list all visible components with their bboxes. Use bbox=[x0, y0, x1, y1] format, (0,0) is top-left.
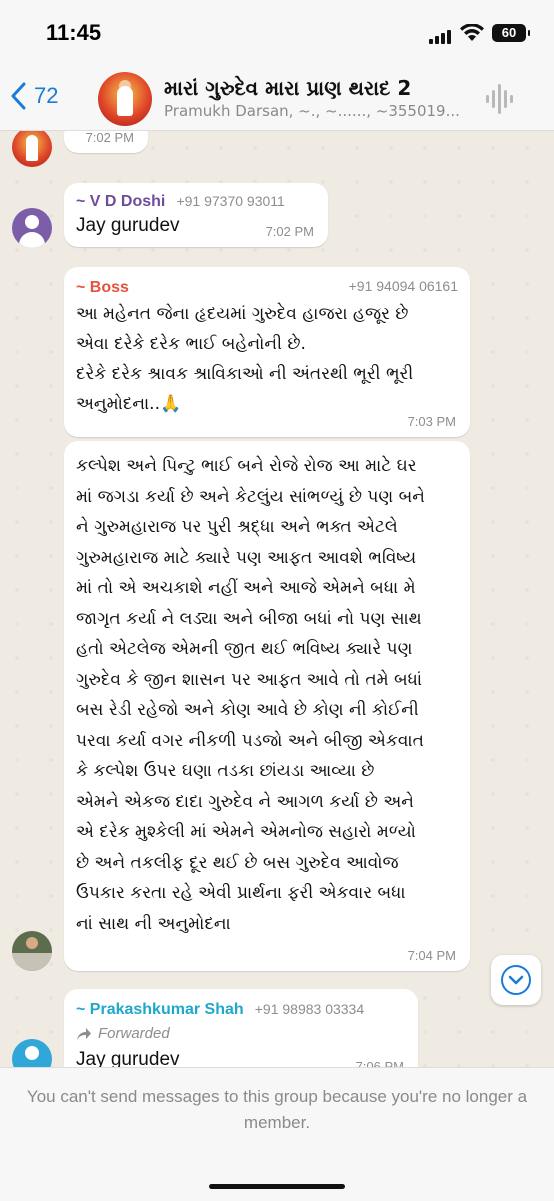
message-line: જાગૃત કર્યા ને લડ્યા અને બીજા બધાં નો પણ… bbox=[76, 608, 422, 629]
status-time: 11:45 bbox=[46, 20, 102, 45]
forwarded-label: Forwarded bbox=[98, 1025, 170, 1042]
message-time: 7:02 PM bbox=[85, 131, 134, 145]
forward-arrow-icon bbox=[77, 1027, 91, 1040]
message-line: દરેકે દરેક શ્રાવક શ્રાવિકાઓ ની અંતરથી ભૂ… bbox=[76, 364, 414, 384]
message-line: હતો એટલેજ એમની જીત થઈ ભવિષ્ય ક્યારે પણ bbox=[76, 639, 413, 659]
wifi-icon bbox=[460, 24, 484, 41]
back-button[interactable]: 72 bbox=[10, 82, 58, 110]
message-text: કલ્પેશ અને પિન્ટુ ભાઈ બને રોજે રોજ આ માટ… bbox=[76, 451, 468, 939]
status-bar: 11:45 60 bbox=[0, 0, 554, 68]
message-line: કલ્પેશ અને પિન્ટુ ભાઈ બને રોજે રોજ આ માટ… bbox=[76, 456, 417, 476]
home-indicator[interactable] bbox=[209, 1184, 345, 1189]
group-avatar[interactable] bbox=[98, 72, 152, 126]
message-line: એમને એકજ દાદા ગુરુદેવ ને આગળ કર્યા છે અન… bbox=[76, 791, 414, 812]
message-line: એવા દરેકે દરેક ભાઈ બહેનોની છે. bbox=[76, 334, 306, 354]
message-line: કે કલ્પેશ ઉપર ઘણા તડકા છાંયડા આવ્યા છે bbox=[76, 761, 375, 781]
message-time: 7:03 PM bbox=[407, 414, 456, 429]
message-line: માં જગડા કર્યા છે અને કેટલુંય સાંભળ્યું … bbox=[76, 486, 425, 507]
message-bubble[interactable]: ~ V D Doshi +91 97370 93011 Jay gurudev … bbox=[64, 183, 328, 247]
chat-header: 72 મારાં ગુરુદેવ મારા પ્રાણ થરાદ 2 Pramu… bbox=[0, 68, 554, 131]
message-text: આ મહેનત જેના હૃદયમાં ગુરુદેવ હાજરા હજૂર … bbox=[76, 299, 466, 419]
message-line: માં તો એ અચકાશે નહીં અને આજે એમને બધા મે bbox=[76, 578, 416, 598]
sender-phone: +91 98983 03334 bbox=[254, 1001, 365, 1017]
message-line: ગુરુદેવ કે જીન શાસન પર આફત આવે તો તમે બધ… bbox=[76, 669, 423, 690]
sender-name[interactable]: ~ V D Doshi bbox=[76, 193, 165, 210]
message-list[interactable]: 7:02 PM ~ V D Doshi +91 97370 93011 Jay … bbox=[0, 131, 554, 1067]
not-member-notice: You can't send messages to this group be… bbox=[26, 1087, 528, 1132]
sender-name[interactable]: ~ Boss bbox=[76, 279, 129, 296]
unread-count: 72 bbox=[34, 83, 59, 108]
chevron-down-circle-icon bbox=[501, 965, 531, 995]
message-line: ને ગુરુમહારાજ પર પુરી શ્રદ્ધા અને ભક્ત એ… bbox=[76, 517, 398, 537]
message-line: ગુરુમહારાજ માટે ક્યારે પણ આફત આવશે ભવિષ્… bbox=[76, 547, 417, 568]
message-bubble[interactable]: કલ્પેશ અને પિન્ટુ ભાઈ બને રોજે રોજ આ માટ… bbox=[64, 441, 470, 971]
sender-phone: +91 94094 06161 bbox=[348, 278, 458, 294]
message-bubble[interactable]: ~ Prakashkumar Shah +91 98983 03334 Forw… bbox=[64, 989, 418, 1067]
cellular-signal-icon bbox=[429, 30, 451, 44]
sender-avatar[interactable] bbox=[12, 931, 52, 971]
footer-notice-bar: You can't send messages to this group be… bbox=[0, 1067, 554, 1201]
scroll-to-bottom-button[interactable] bbox=[491, 955, 541, 1005]
message-time: 7:02 PM bbox=[265, 224, 314, 239]
message-line: પરવા કર્યા વગર નીકળી પડજો અને બીજી એકવાત bbox=[76, 730, 424, 751]
sender-avatar[interactable] bbox=[12, 1039, 52, 1067]
default-avatar-icon[interactable] bbox=[12, 208, 52, 248]
message-bubble[interactable]: 7:02 PM bbox=[64, 131, 148, 153]
sender-name[interactable]: ~ Prakashkumar Shah bbox=[76, 1001, 244, 1018]
message-line: એ દરેક મુશ્કેલી માં એમને એમનોજ સહારો મળ્… bbox=[76, 822, 416, 842]
message-text: Jay gurudev bbox=[76, 215, 180, 236]
message-line: ઉપકાર કરતા રહે એવી પ્રાર્થના ફરી એકવાર બ… bbox=[76, 883, 406, 903]
group-title[interactable]: મારાં ગુરુદેવ મારા પ્રાણ થરાદ 2 bbox=[164, 76, 411, 100]
message-line: બસ રેડી રહેજો અને કોણ આવે છે કોણ ની કોઈન… bbox=[76, 700, 419, 720]
sender-avatar[interactable] bbox=[12, 131, 52, 167]
message-bubble[interactable]: ~ Boss +91 94094 06161 આ મહેનત જેના હૃદય… bbox=[64, 267, 470, 437]
chevron-left-icon bbox=[11, 82, 26, 110]
audio-wave-icon[interactable] bbox=[486, 84, 514, 114]
message-line: નાં સાથ ની અનુમોદના bbox=[76, 913, 231, 934]
message-time: 7:04 PM bbox=[407, 948, 456, 963]
battery-indicator: 60 bbox=[492, 24, 530, 42]
message-line: છે અને તકલીફ દૂર થઈ છે બસ ગુરુદેવ આવોજ bbox=[76, 852, 399, 873]
group-members[interactable]: Pramukh Darsan, ~., ~......, ~355019... bbox=[164, 102, 484, 120]
message-line: આ મહેનત જેના હૃદયમાં ગુરુદેવ હાજરા હજૂર … bbox=[76, 304, 409, 324]
message-text: Jay gurudev bbox=[76, 1049, 180, 1067]
message-time: 7:06 PM bbox=[355, 1059, 404, 1067]
sender-phone: +91 97370 93011 bbox=[176, 193, 285, 209]
